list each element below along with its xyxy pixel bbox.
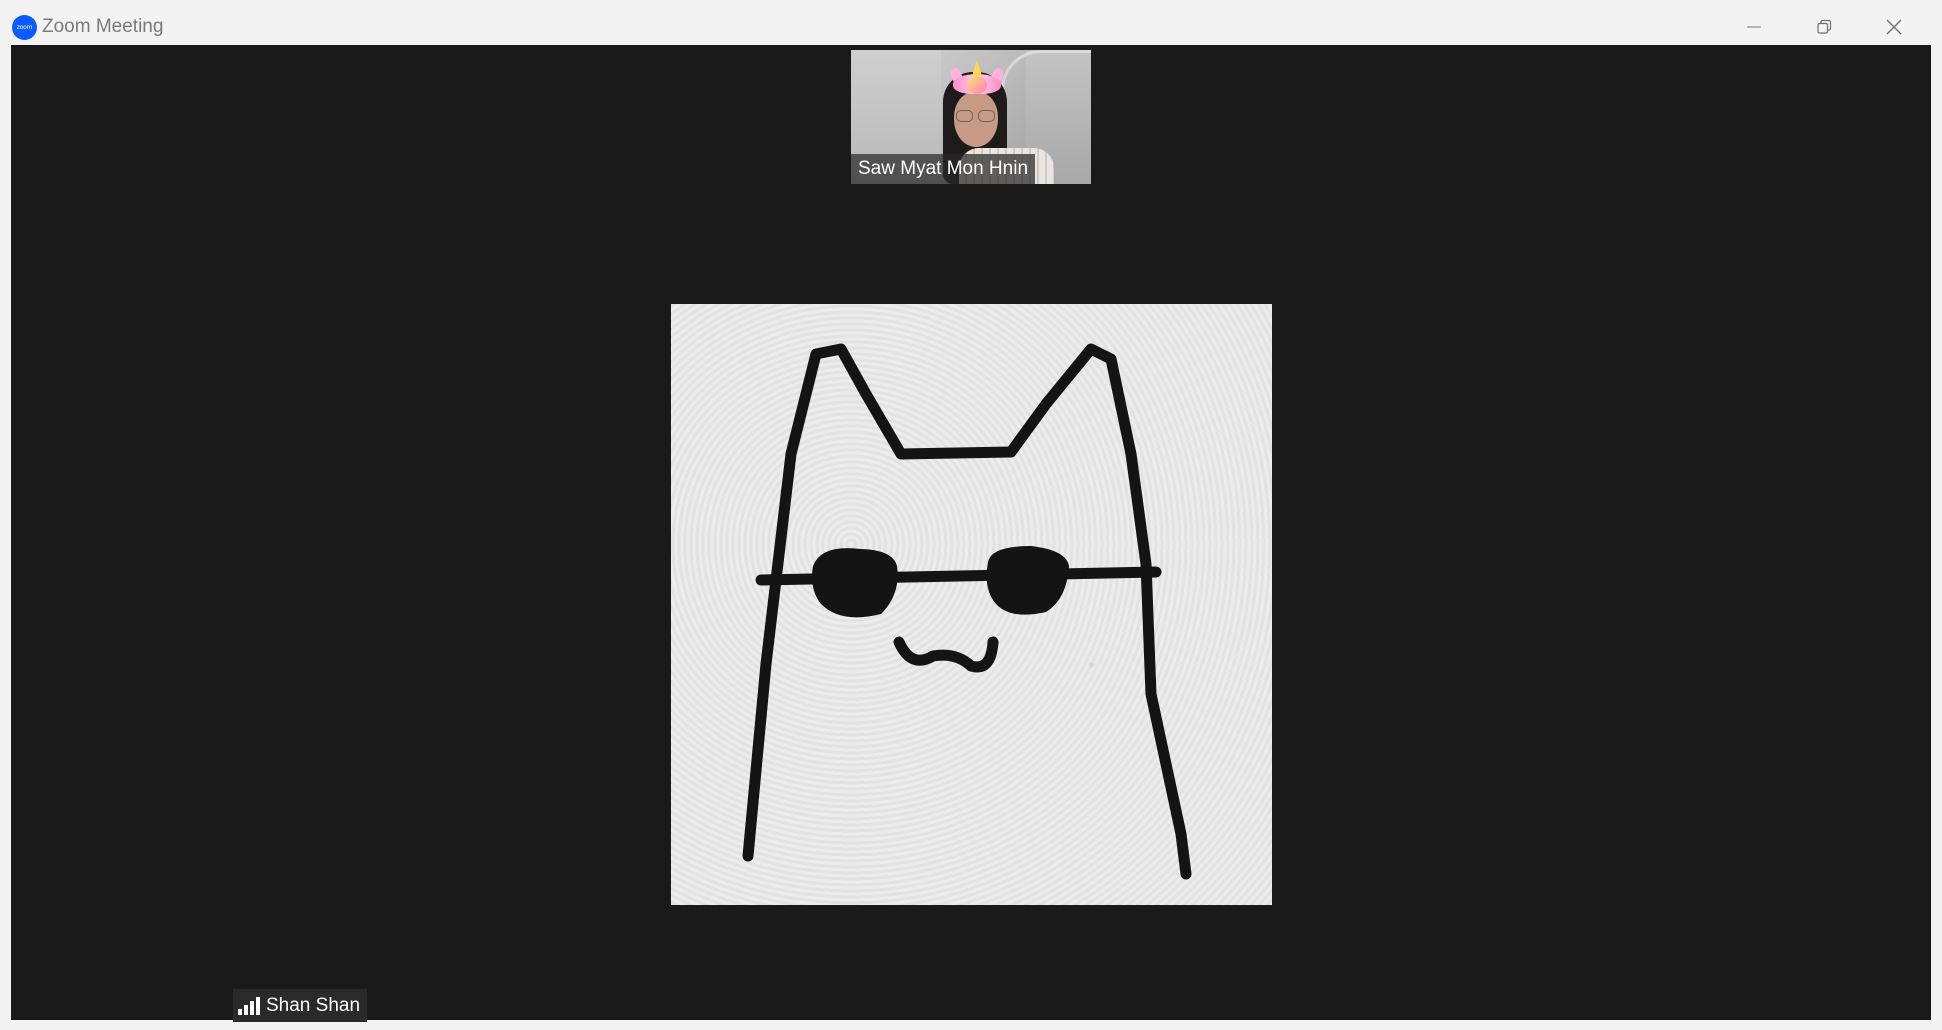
participant-glasses (956, 110, 996, 122)
participant-thumbnail[interactable]: Saw Myat Mon Hnin (851, 50, 1091, 184)
minimize-button[interactable] (1726, 8, 1782, 46)
meeting-view: Saw Myat Mon Hnin Shan Shan (11, 45, 1931, 1022)
cat-with-sunglasses-illustration (742, 343, 1192, 880)
shared-cat-drawing (671, 304, 1272, 905)
close-button[interactable] (1866, 8, 1922, 46)
active-speaker-label: Shan Shan (233, 989, 368, 1022)
unicorn-filter-icon (949, 60, 1005, 98)
minimize-icon (1747, 26, 1761, 28)
close-icon (1886, 19, 1902, 35)
thumbnail-background-rail (1001, 50, 1091, 110)
restore-icon (1817, 19, 1832, 34)
zoom-logo-icon: zoom (12, 15, 37, 40)
signal-bars-icon (238, 996, 260, 1015)
title-bar: zoom Zoom Meeting (0, 0, 1942, 45)
zoom-logo-text: zoom (16, 24, 33, 31)
active-speaker-name: Shan Shan (266, 994, 361, 1016)
window-title: Zoom Meeting (42, 16, 164, 37)
restore-button[interactable] (1796, 8, 1852, 46)
participant-name-label: Saw Myat Mon Hnin (851, 154, 1036, 184)
